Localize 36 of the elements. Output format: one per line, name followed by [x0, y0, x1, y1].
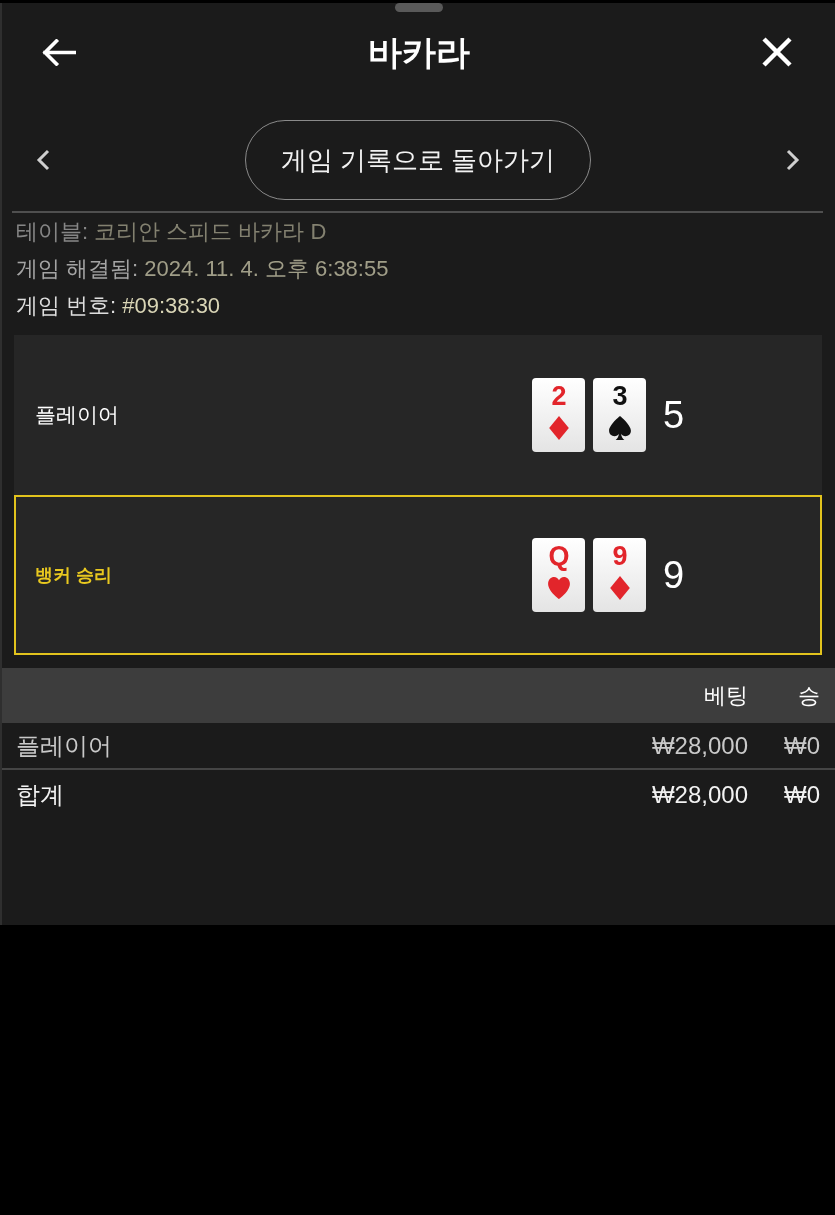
previous-button[interactable] [36, 149, 50, 171]
total-cell: ₩0 [784, 781, 820, 808]
drag-handle[interactable] [394, 3, 443, 12]
next-button[interactable] [786, 149, 800, 171]
table-cell: ₩0 [784, 731, 820, 759]
hand-score: 5 [663, 396, 685, 434]
total-cell: ₩28,000 [651, 781, 748, 808]
close-button[interactable] [761, 36, 793, 68]
detail-value: 2024. 11. 4. 오후 6:38:55 [144, 255, 389, 283]
spade-icon [608, 416, 631, 440]
card-rank: 9 [612, 543, 627, 570]
card-rank: Q [548, 543, 569, 570]
column-header: 베팅 [704, 683, 748, 708]
table-cell: ₩28,000 [651, 731, 748, 759]
diamond-icon [608, 576, 631, 600]
detail-label: 게임 해결됨: [16, 255, 139, 283]
table-cell: 플레이어 [16, 731, 112, 759]
chevron-left-icon [36, 149, 50, 171]
detail-value: #09:38:30 [122, 292, 221, 320]
detail-label: 게임 번호: [16, 292, 117, 320]
hand-score: 9 [663, 556, 685, 594]
card-rank: 3 [612, 383, 627, 410]
back-button[interactable] [42, 38, 76, 66]
heart-icon [547, 576, 570, 600]
close-icon [761, 36, 793, 68]
winner-label: 뱅커 승리 [35, 564, 112, 585]
card-rank: 2 [551, 383, 566, 410]
hand-label: 플레이어 [35, 403, 119, 427]
detail-label: 테이블: [16, 218, 89, 246]
total-cell: 합계 [16, 781, 64, 808]
page-title: 바카라 [367, 31, 470, 73]
column-header: 승 [798, 683, 820, 708]
diamond-icon [547, 416, 570, 440]
detail-value: 코리안 스피드 바카라 D [94, 218, 327, 246]
chevron-right-icon [786, 149, 800, 171]
back-arrow-icon [42, 38, 76, 66]
